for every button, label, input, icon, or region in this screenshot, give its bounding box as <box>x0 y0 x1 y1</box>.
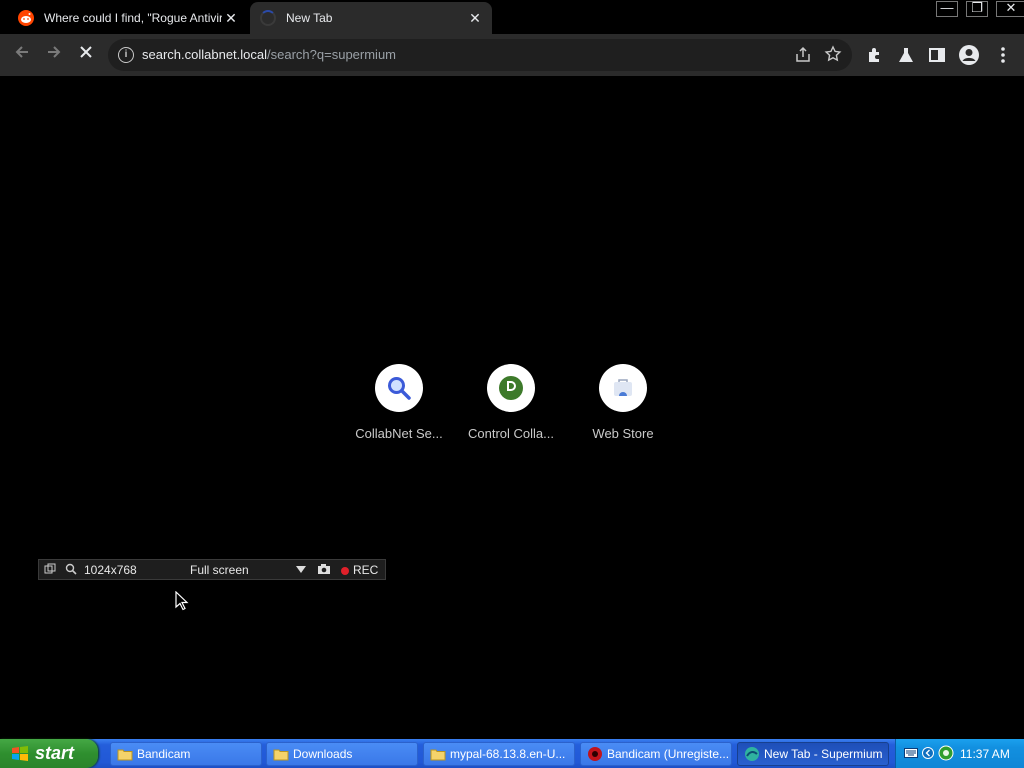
folder-icon <box>273 749 289 761</box>
taskbar-item-supermium[interactable]: New Tab - Supermium <box>737 742 889 766</box>
forward-button[interactable] <box>42 43 66 67</box>
folder-icon <box>430 749 446 761</box>
minimize-button[interactable]: — <box>934 0 964 18</box>
shortcut-tile <box>599 364 647 412</box>
back-button[interactable] <box>10 43 34 67</box>
tray-expand-chevron-icon[interactable] <box>922 747 934 759</box>
tab-reddit[interactable]: Where could I find, "Rogue Antiviru ✕ <box>8 2 248 34</box>
profile-avatar-icon[interactable] <box>958 44 980 66</box>
folder-icon <box>117 749 133 761</box>
stop-loading-button[interactable] <box>74 43 98 67</box>
rec-button[interactable]: REC <box>353 563 378 577</box>
shortcut-label: CollabNet Se... <box>355 426 443 441</box>
bookmark-star-icon[interactable] <box>824 45 842 63</box>
keyboard-icon[interactable] <box>904 747 918 759</box>
shortcut-tile <box>375 364 423 412</box>
share-icon[interactable] <box>794 46 812 64</box>
record-dot-icon <box>341 567 349 575</box>
shortcut-collabnet-search[interactable]: CollabNet Se... <box>344 364 454 441</box>
bandicam-icon <box>588 747 602 761</box>
shortcut-tile <box>487 364 535 412</box>
tab-close-icon[interactable]: ✕ <box>222 10 240 27</box>
windows-taskbar: start Bandicam Downloads mypal-68.13.8.e… <box>0 739 1024 768</box>
tab-strip: Where could I find, "Rogue Antiviru ✕ Ne… <box>0 0 1024 34</box>
reddit-icon <box>18 10 34 26</box>
shortcut-control-collabnet[interactable]: Control Colla... <box>456 364 566 441</box>
taskbar-item-label: Bandicam (Unregiste... <box>607 747 730 761</box>
taskbar-item-label: Bandicam <box>137 747 191 761</box>
shortcut-label: Control Colla... <box>468 426 554 441</box>
system-tray: 11:37 AM <box>895 739 1024 768</box>
extensions-icon[interactable] <box>864 44 886 66</box>
magnifier-icon[interactable] <box>65 563 77 575</box>
start-label: start <box>35 743 75 763</box>
taskbar-item-label: Downloads <box>293 747 353 761</box>
taskbar-item-mypal[interactable]: mypal-68.13.8.en-U... <box>423 742 575 766</box>
menu-kebab-icon[interactable] <box>992 44 1014 66</box>
clock: 11:37 AM <box>960 747 1010 761</box>
camera-icon[interactable] <box>317 563 331 575</box>
close-window-button[interactable]: ✕ <box>994 0 1024 18</box>
url-domain: search.collabnet.local <box>142 47 268 62</box>
site-info-icon[interactable]: i <box>118 47 134 63</box>
back-arrow-icon <box>15 46 28 58</box>
resolution-label: 1024x768 <box>84 563 137 577</box>
tab-title: New Tab <box>286 11 333 25</box>
chevron-down-icon[interactable] <box>296 566 306 573</box>
supermium-icon <box>745 747 759 761</box>
tab-title: Where could I find, "Rogue Antiviru <box>44 11 222 25</box>
capture-mode-select[interactable]: Full screen <box>190 563 249 577</box>
mouse-cursor-icon <box>175 591 189 611</box>
taskbar-item-bandicam-app[interactable]: Bandicam (Unregiste... <box>580 742 732 766</box>
bandicam-toolbar: 1024x768 Full screen REC <box>38 559 386 580</box>
browser-toolbar: i search.collabnet.local/search?q=superm… <box>0 34 1024 76</box>
labs-flask-icon[interactable] <box>895 44 917 66</box>
loading-spinner-icon <box>260 10 276 26</box>
shortcut-web-store[interactable]: Web Store <box>568 364 678 441</box>
search-icon <box>388 377 411 400</box>
web-store-icon <box>614 379 632 396</box>
taskbar-item-label: New Tab - Supermium <box>764 747 883 761</box>
taskbar-item-label: mypal-68.13.8.en-U... <box>450 747 566 761</box>
taskbar-item-downloads[interactable]: Downloads <box>266 742 418 766</box>
taskbar-item-bandicam-folder[interactable]: Bandicam <box>110 742 262 766</box>
supermium-tray-icon[interactable] <box>938 745 954 761</box>
tab-close-icon[interactable]: ✕ <box>466 10 484 27</box>
start-button[interactable]: start <box>0 739 98 768</box>
address-bar[interactable]: i search.collabnet.local/search?q=superm… <box>108 39 852 71</box>
window-select-icon[interactable] <box>44 563 56 575</box>
window-controls: — ❐ ✕ <box>934 0 1024 18</box>
tab-new-tab[interactable]: New Tab ✕ <box>250 2 492 34</box>
restore-button[interactable]: ❐ <box>964 0 994 18</box>
side-panel-icon[interactable] <box>926 44 948 66</box>
d-logo-icon <box>499 376 523 400</box>
shortcut-label: Web Store <box>592 426 654 441</box>
forward-arrow-icon <box>48 46 61 58</box>
close-icon <box>80 46 92 58</box>
url-path: /search?q=supermium <box>267 47 397 62</box>
url-text[interactable]: search.collabnet.local/search?q=supermiu… <box>142 47 396 62</box>
windows-flag-icon <box>12 745 28 761</box>
